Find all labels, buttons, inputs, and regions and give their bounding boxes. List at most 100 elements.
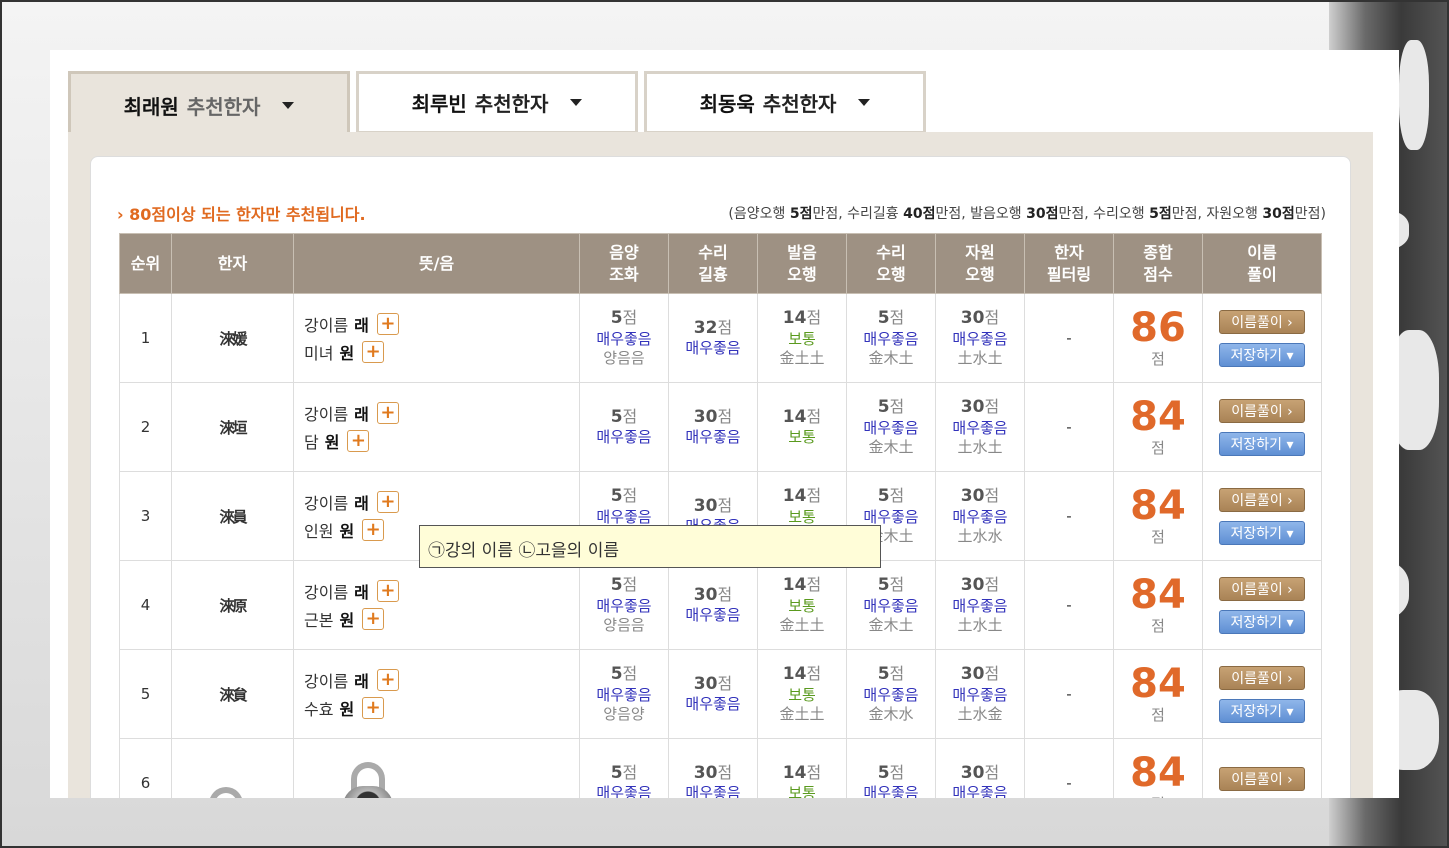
- plus-icon[interactable]: +: [362, 341, 385, 363]
- meaning-line: 강이름 래 +: [304, 399, 579, 427]
- score-unit: 점: [984, 664, 1000, 684]
- plus-icon[interactable]: +: [376, 491, 399, 513]
- score-unit: 점: [889, 308, 905, 328]
- plus-icon[interactable]: +: [376, 669, 399, 691]
- plus-icon[interactable]: +: [347, 430, 370, 452]
- score-points: 5점: [847, 574, 935, 596]
- save-button[interactable]: 저장하기 ▾: [1219, 342, 1305, 367]
- reading-text: 래: [354, 583, 369, 602]
- score-points: 14점: [758, 307, 846, 329]
- score-points: 30점: [669, 673, 757, 695]
- tab-name-1[interactable]: 최래원 추천한자: [68, 71, 350, 137]
- header-yinyang: 음양 조화: [579, 233, 669, 294]
- save-button[interactable]: 저장하기 ▾: [1219, 698, 1305, 723]
- score-detail: 土水土: [957, 616, 1003, 635]
- action-cell: 이름풀이 › 저장하기 ▾: [1202, 382, 1322, 472]
- header-line: 길흉: [698, 264, 728, 284]
- recommend-table: 순위 한자 뜻/음 음양 조화 수리 길흉 발음 오행 수리 오행 자원 오행 한자 필터링…: [119, 233, 1322, 798]
- score-cell: 5점 매우좋음 金木土: [846, 293, 936, 383]
- recommend-content: › 80점이상 되는 한자만 추천됩니다. (음양오행 5점만점, 수리길흉 4…: [90, 156, 1351, 798]
- score-points: 5점: [580, 406, 668, 428]
- score-cell: 5점 매우좋음 양음양: [579, 649, 669, 739]
- score-cell: 30점 매우좋음 土水水: [935, 471, 1025, 561]
- score-unit: 점: [717, 407, 733, 427]
- plus-icon[interactable]: +: [362, 519, 385, 541]
- reading-text: 래: [354, 405, 369, 424]
- name-explain-button[interactable]: 이름풀이 ›: [1219, 398, 1305, 423]
- save-button[interactable]: 저장하기 ▾: [1219, 520, 1305, 545]
- score-cell: 30점 매우좋음: [668, 382, 758, 472]
- score-grade: 매우좋음: [685, 339, 741, 358]
- score-points: 30점: [669, 406, 757, 428]
- tab-name-3[interactable]: 최동욱 추천한자: [644, 71, 926, 134]
- score-grade: 매우좋음: [952, 685, 1008, 704]
- meaning-text: 강이름: [304, 494, 349, 513]
- meaning-cell: 강이름 래 + 근본 원 +: [293, 560, 580, 650]
- score-value: 5: [877, 486, 890, 507]
- score-detail: 土水水: [957, 527, 1003, 546]
- meaning-line: 수효 원 +: [304, 694, 579, 722]
- hanja-cell: 淶媛: [171, 293, 294, 383]
- score-detail: 金木土: [868, 438, 914, 457]
- header-line: 오행: [787, 264, 817, 284]
- meaning-text: 강이름: [304, 583, 349, 602]
- action-cell: 이름풀이 › 저장하기 ▾: [1202, 293, 1322, 383]
- score-grade: 매우좋음: [685, 428, 741, 447]
- legend-text: 만점, 발음오행: [935, 206, 1027, 222]
- name-explain-button[interactable]: 이름풀이 ›: [1219, 665, 1305, 690]
- score-unit: 점: [806, 664, 822, 684]
- rank-cell: 6: [119, 738, 172, 798]
- name-explain-button[interactable]: 이름풀이 ›: [1219, 766, 1305, 791]
- meaning-text: 강이름: [304, 316, 349, 335]
- plus-icon[interactable]: +: [376, 580, 399, 602]
- plus-icon[interactable]: +: [362, 608, 385, 630]
- meaning-cell: 강이름 래 + 수효 원 +: [293, 649, 580, 739]
- score-unit: 점: [622, 486, 638, 506]
- header-line: 필터링: [1046, 264, 1092, 284]
- score-cell: 5점 매우좋음 양음음: [579, 560, 669, 650]
- tab-suffix: 추천한자: [762, 92, 837, 116]
- header-line: 풀이: [1247, 264, 1277, 284]
- score-unit: 점: [622, 407, 638, 427]
- score-points: 14점: [758, 574, 846, 596]
- meaning-cell: 강이름 래 + 미녀 원 +: [293, 293, 580, 383]
- score-value: 5: [877, 308, 890, 329]
- save-button[interactable]: 저장하기 ▾: [1219, 431, 1305, 456]
- legend-text: 만점): [1294, 206, 1326, 222]
- score-cell: 32점 매우좋음: [668, 293, 758, 383]
- header-total-score: 종합 점수: [1113, 233, 1203, 294]
- score-value: 30: [960, 664, 985, 685]
- meaning-text: 수효: [304, 700, 334, 719]
- legend-score: 5점: [1149, 206, 1172, 222]
- score-detail: 金土土: [779, 349, 825, 368]
- save-button[interactable]: 저장하기 ▾: [1219, 609, 1305, 634]
- filter-cell: -: [1024, 649, 1114, 739]
- action-cell: 이름풀이 ›: [1202, 738, 1322, 798]
- score-value: 5: [877, 575, 890, 596]
- plus-icon[interactable]: +: [376, 402, 399, 424]
- tab-name-2[interactable]: 최루빈 추천한자: [356, 71, 638, 134]
- tab-name: 최래원: [123, 95, 179, 119]
- reading-text: 원: [339, 344, 355, 363]
- total-cell: 86 점: [1113, 293, 1203, 383]
- plus-icon[interactable]: +: [376, 313, 399, 335]
- score-unit: 점: [806, 407, 822, 427]
- score-grade: 보통: [788, 596, 816, 615]
- total-unit: 점: [1114, 793, 1202, 799]
- score-points: 5점: [580, 485, 668, 507]
- total-unit: 점: [1151, 705, 1165, 724]
- plus-icon[interactable]: +: [362, 697, 385, 719]
- legend-text: (음양오행: [728, 206, 790, 222]
- name-explain-button[interactable]: 이름풀이 ›: [1219, 576, 1305, 601]
- score-value: 30: [693, 496, 718, 517]
- score-detail: 양음음: [603, 349, 645, 368]
- name-explain-button[interactable]: 이름풀이 ›: [1219, 309, 1305, 334]
- table-row: 2 淶垣 강이름 래 + 담 원 + 5점 매우좋음 30점 매우좋음 14점 보통 5…: [119, 382, 1322, 472]
- lock-icon: [199, 787, 253, 798]
- score-points: 5점: [847, 307, 935, 329]
- reading-text: 래: [354, 494, 369, 513]
- name-explain-button[interactable]: 이름풀이 ›: [1219, 487, 1305, 512]
- action-cell: 이름풀이 › 저장하기 ▾: [1202, 471, 1322, 561]
- header-line: 종합: [1143, 242, 1173, 262]
- score-cell: 30점 매우좋음 土水金: [935, 649, 1025, 739]
